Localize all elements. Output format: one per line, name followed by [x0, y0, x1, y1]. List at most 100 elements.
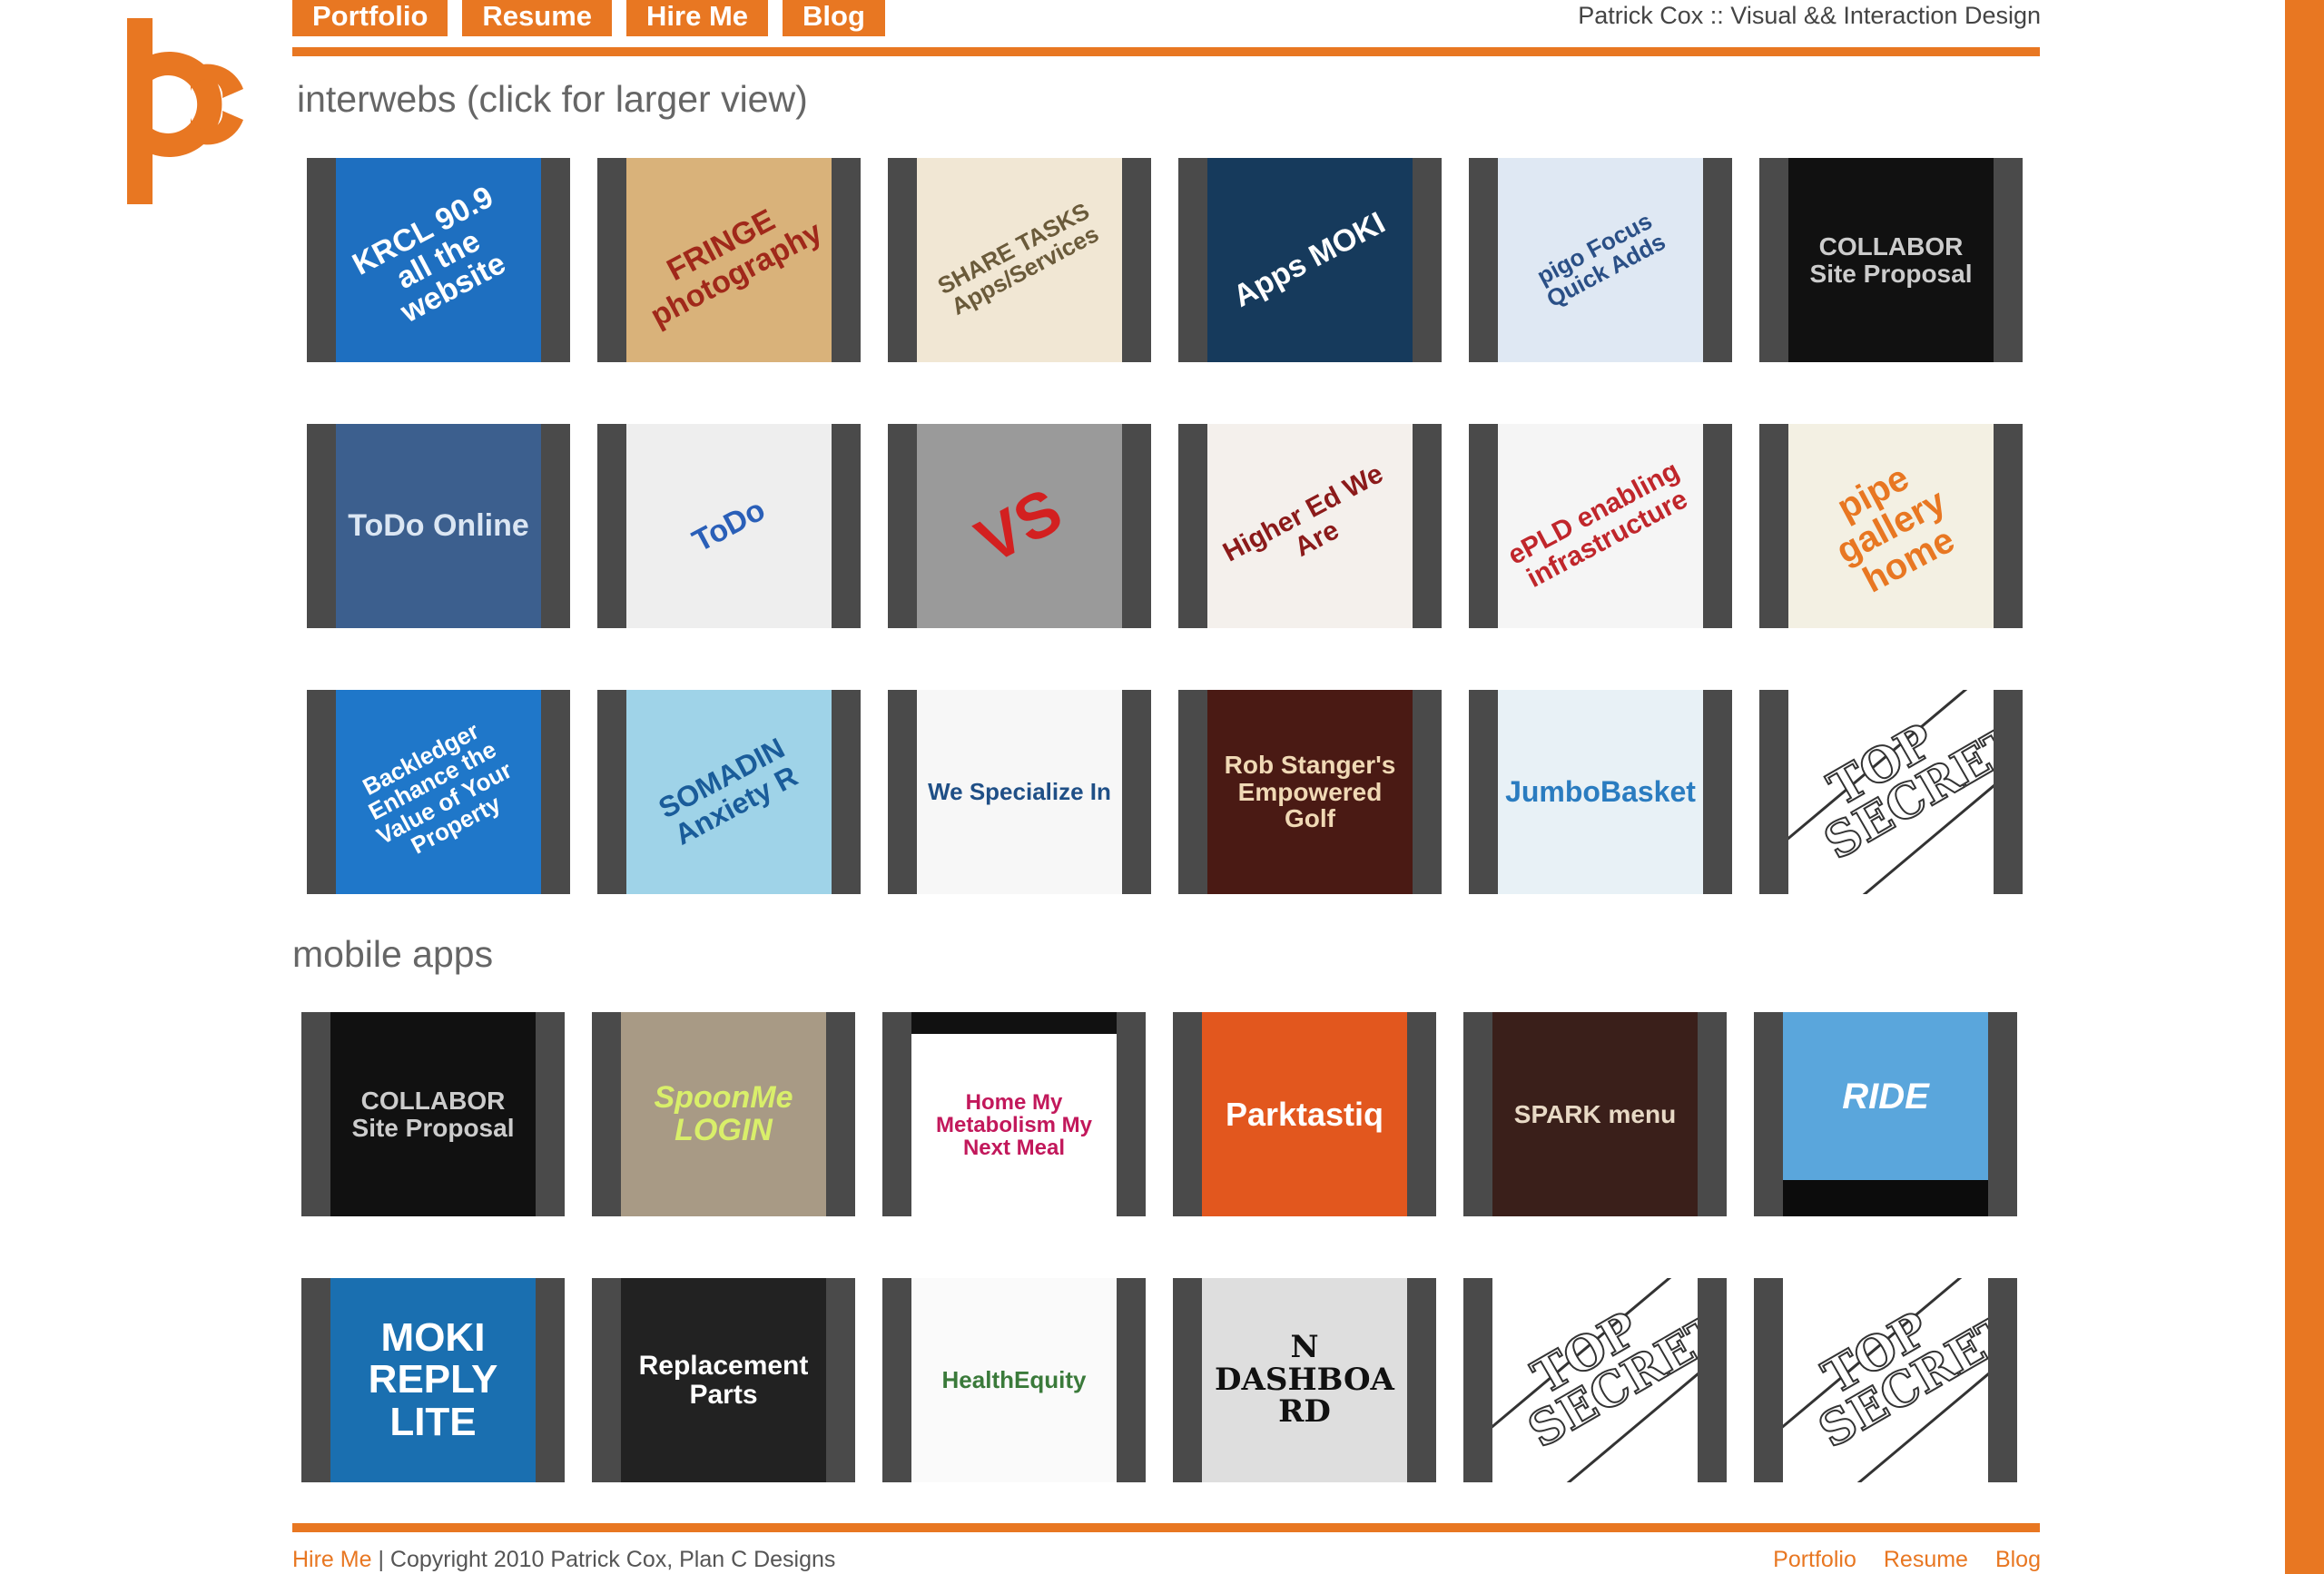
thumbnail: ToDo Online [336, 424, 541, 628]
thumbnail-label: Replacement Parts [638, 1351, 809, 1410]
portfolio-tile-todo-online[interactable]: ToDo Online [307, 424, 570, 628]
thumbnail-label: Apps MOKI [1227, 204, 1392, 314]
portfolio-tile-todo-icon[interactable]: ToDo [597, 424, 861, 628]
thumbnail: N DASHBOARD [1202, 1278, 1407, 1482]
top-secret-stamp: TOP SECRET [1783, 1278, 1988, 1482]
thumbnail: Apps MOKI [1207, 158, 1413, 362]
footer-nav: Portfolio Resume Blog [1773, 1547, 2041, 1573]
thumbnail: VS [917, 424, 1122, 628]
mobile-tile-top-secret-1[interactable]: TOP SECRET [1463, 1278, 1727, 1482]
portfolio-tile-empowered-golf[interactable]: Rob Stanger's Empowered Golf [1178, 690, 1442, 894]
thumbnail-label: SHARE TASKS Apps/Services [932, 197, 1104, 321]
portfolio-tile-collabor[interactable]: COLLABOR Site Proposal [1759, 158, 2023, 362]
nav-blog[interactable]: Blog [783, 0, 885, 36]
portfolio-tile-somadin[interactable]: SOMADIN Anxiety R [597, 690, 861, 894]
thumbnail: JumboBasket [1498, 690, 1703, 894]
section-title-mobile-apps: mobile apps [292, 933, 494, 975]
thumbnail: SpoonMe LOGIN [621, 1012, 826, 1216]
thumbnail: HealthEquity [911, 1278, 1117, 1482]
thumbnail: ToDo [626, 424, 832, 628]
thumbnail: RIDE [1783, 1012, 1988, 1216]
portfolio-tile-moki-apps[interactable]: Apps MOKI [1178, 158, 1442, 362]
thumbnail-label: KRCL 90.9 all the website [347, 179, 512, 330]
main-nav: Portfolio Resume Hire Me Blog [292, 0, 885, 36]
right-accent-bar [2285, 0, 2324, 1574]
mobile-tile-n-dashboard[interactable]: N DASHBOARD [1173, 1278, 1436, 1482]
footer-resume-link[interactable]: Resume [1884, 1547, 1968, 1573]
thumbnail: Parktastiq [1202, 1012, 1407, 1216]
thumbnail-label: COLLABOR Site Proposal [351, 1087, 515, 1142]
portfolio-tile-higher-ed[interactable]: Higher Ed We Are [1178, 424, 1442, 628]
site-title: Patrick Cox :: Visual && Interaction Des… [1578, 2, 2041, 29]
footer-blog-link[interactable]: Blog [1995, 1547, 2041, 1573]
thumbnail: Higher Ed We Are [1207, 424, 1413, 628]
portfolio-tile-pipe[interactable]: pipe gallery home [1759, 424, 2023, 628]
mobile-tile-spark[interactable]: SPARK menu [1463, 1012, 1727, 1216]
thumbnail-label: JumboBasket [1505, 774, 1696, 808]
mobile-tile-healthequity[interactable]: HealthEquity [882, 1278, 1146, 1482]
nav-resume[interactable]: Resume [462, 0, 613, 36]
thumbnail: SHARE TASKS Apps/Services [917, 158, 1122, 362]
section-title-interwebs: interwebs (click for larger view) [297, 78, 808, 120]
mobile-tile-spoonme[interactable]: SpoonMe LOGIN [592, 1012, 855, 1216]
nav-portfolio[interactable]: Portfolio [292, 0, 448, 36]
mobile-tile-top-secret-2[interactable]: TOP SECRET [1754, 1278, 2017, 1482]
thumbnail-label: VS [965, 474, 1074, 577]
nav-hire-me[interactable]: Hire Me [626, 0, 769, 36]
thumbnail: SOMADIN Anxiety R [626, 690, 832, 894]
thumbnail-label: ePLD enabling infrastructure [1502, 455, 1693, 594]
thumbnail: COLLABOR Site Proposal [330, 1012, 536, 1216]
portfolio-tile-vs[interactable]: VS [888, 424, 1151, 628]
mobile-tile-collabor[interactable]: COLLABOR Site Proposal [301, 1012, 565, 1216]
portfolio-tile-top-secret[interactable]: TOP SECRET [1759, 690, 2023, 894]
page: Portfolio Resume Hire Me Blog Patrick Co… [0, 0, 2324, 1574]
footer-hire-me-link[interactable]: Hire Me [292, 1547, 372, 1572]
portfolio-tile-share-tasks[interactable]: SHARE TASKS Apps/Services [888, 158, 1151, 362]
footer-portfolio-link[interactable]: Portfolio [1773, 1547, 1856, 1573]
thumbnail-label: Parktastiq [1225, 1095, 1384, 1133]
header-divider [292, 47, 2040, 56]
thumbnail-label: N DASHBOARD [1215, 1328, 1394, 1431]
top-secret-label: TOP SECRET [1815, 713, 1994, 872]
portfolio-tile-epld[interactable]: ePLD enabling infrastructure [1469, 424, 1732, 628]
thumbnail: Replacement Parts [621, 1278, 826, 1482]
thumbnail-label: COLLABOR Site Proposal [1809, 232, 1973, 288]
thumbnail-label: RIDE [1842, 1076, 1929, 1117]
top-secret-stamp: TOP SECRET [1788, 690, 1994, 894]
mobile-tile-parktastiq[interactable]: Parktastiq [1173, 1012, 1436, 1216]
footer-copyright: Hire Me | Copyright 2010 Patrick Cox, Pl… [292, 1547, 835, 1573]
mobile-tile-replacement-parts[interactable]: Replacement Parts [592, 1278, 855, 1482]
mobile-tile-ride[interactable]: RIDE [1754, 1012, 2017, 1216]
thumbnail: Home My Metabolism My Next Meal [911, 1012, 1117, 1216]
thumbnail-label: SpoonMe LOGIN [654, 1079, 793, 1147]
mobile-tile-moki-reply-lite[interactable]: MOKI REPLY LITE [301, 1278, 565, 1482]
portfolio-tile-krcl[interactable]: KRCL 90.9 all the website [307, 158, 570, 362]
thumbnail-label: FRINGE photography [645, 202, 828, 334]
thumbnail-label: Rob Stanger's Empowered Golf [1224, 751, 1396, 833]
thumbnail-label: HealthEquity [941, 1365, 1087, 1393]
thumbnail: KRCL 90.9 all the website [336, 158, 541, 362]
top-secret-stamp: TOP SECRET [1492, 1278, 1698, 1482]
portfolio-tile-insurance[interactable]: We Specialize In [888, 690, 1151, 894]
mobile-tile-metabolism[interactable]: Home My Metabolism My Next Meal [882, 1012, 1146, 1216]
thumbnail-label: pipe gallery home [1829, 457, 1962, 601]
thumbnail-label: SOMADIN Anxiety R [653, 731, 803, 851]
thumbnail-label: We Specialize In [928, 777, 1111, 805]
thumbnail: COLLABOR Site Proposal [1788, 158, 1994, 362]
thumbnail: pipe gallery home [1788, 424, 1994, 628]
portfolio-tile-jumbobasket[interactable]: JumboBasket [1469, 690, 1732, 894]
thumbnail: SPARK menu [1492, 1012, 1698, 1216]
copyright-text: | Copyright 2010 Patrick Cox, Plan C Des… [378, 1547, 836, 1572]
thumbnail-label: Backledger Enhance the Value of Your Pro… [358, 716, 517, 860]
top-secret-label: TOP SECRET [1519, 1301, 1698, 1461]
thumbnail: ePLD enabling infrastructure [1498, 424, 1703, 628]
thumbnail-label: ToDo Online [348, 507, 529, 543]
footer-divider [292, 1523, 2040, 1532]
thumbnail: We Specialize In [917, 690, 1122, 894]
thumbnail-label: Home My Metabolism My Next Meal [935, 1089, 1093, 1161]
portfolio-tile-backledger[interactable]: Backledger Enhance the Value of Your Pro… [307, 690, 570, 894]
portfolio-tile-fringe[interactable]: FRINGE photography [597, 158, 861, 362]
pc-logo-icon[interactable] [127, 18, 254, 204]
thumbnail: Backledger Enhance the Value of Your Pro… [336, 690, 541, 894]
portfolio-tile-pigo[interactable]: pigo Focus Quick Adds [1469, 158, 1732, 362]
